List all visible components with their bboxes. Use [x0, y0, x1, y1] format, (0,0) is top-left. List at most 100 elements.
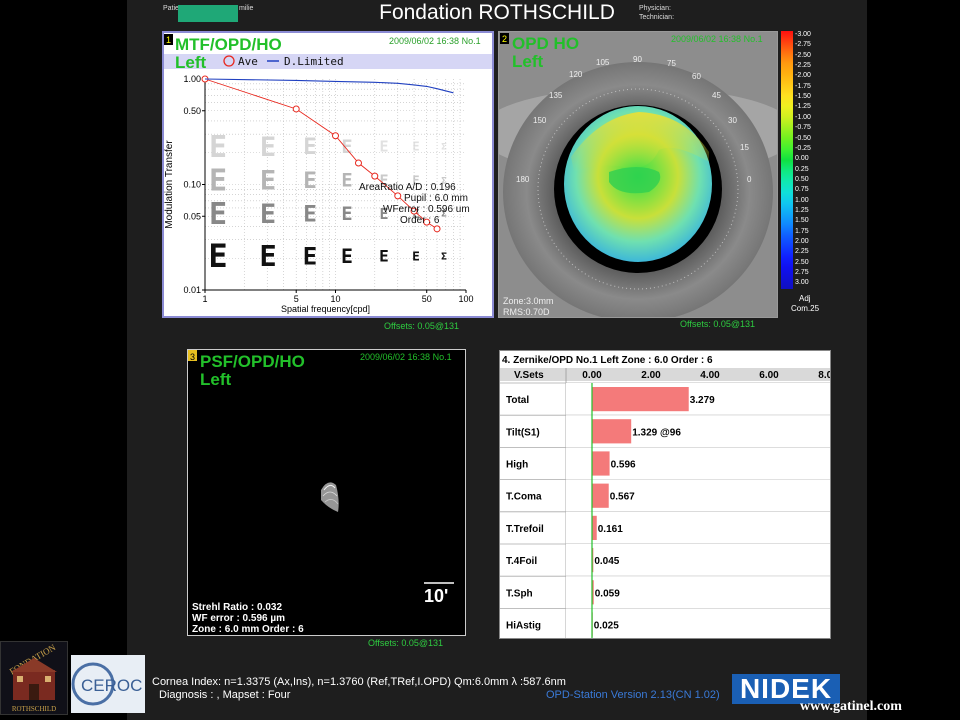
zernike-category-label: High	[506, 460, 528, 471]
acuity-letter: E	[209, 164, 227, 199]
colorbar-footer-adj: Adj	[799, 294, 811, 303]
mtf-panel-eye: Left	[175, 53, 207, 72]
svg-text:15: 15	[740, 143, 749, 152]
zernike-value-label: 0.596	[611, 460, 636, 471]
legend-dlimited-label: D.Limited	[284, 55, 344, 68]
acuity-letter: E	[303, 201, 317, 227]
colorbar-label: -1.25	[795, 103, 811, 111]
colorbar-label: 0.75	[795, 186, 809, 194]
colorbar-label: -1.75	[795, 82, 811, 90]
psf-strehl: Strehl Ratio : 0.032	[192, 602, 282, 613]
zernike-chart: 4. Zernike/OPD No.1 Left Zone : 6.0 Orde…	[500, 355, 830, 638]
acuity-letter: E	[412, 140, 419, 154]
psf-spot	[321, 482, 339, 512]
acuity-letter: E	[260, 166, 276, 197]
svg-text:150: 150	[533, 116, 547, 125]
opd-rms: RMS:0.70D	[503, 307, 550, 317]
zernike-value-label: 3.279	[690, 395, 715, 406]
zernike-category-label: T.Sph	[506, 588, 533, 599]
svg-text:105: 105	[596, 58, 610, 67]
y-tick-label: 0.10	[183, 180, 201, 190]
zernike-axis-label: 6.00	[759, 370, 779, 381]
acuity-letter: E	[259, 239, 276, 273]
psf-timestamp: 2009/06/02 16:38 No.1	[360, 352, 452, 362]
zernike-value-label: 0.567	[610, 492, 635, 503]
acuity-letter: E	[341, 245, 353, 268]
psf-panel[interactable]: 3 PSF/OPD/HO Left 2009/06/02 16:38 No.1 …	[187, 349, 466, 636]
colorbar-label: -1.00	[795, 113, 811, 121]
colorbar-label: 2.50	[795, 258, 809, 266]
zernike-category-label: Total	[506, 395, 529, 406]
x-tick-label: 1	[202, 294, 207, 304]
report-header: Patie milie Fondation ROTHSCHILD Physici…	[127, 0, 867, 26]
svg-text:30: 30	[728, 116, 737, 125]
mtf-panel-title: MTF/OPD/HO	[175, 35, 282, 54]
mtf-pupil: Pupil : 6.0 mm	[404, 193, 468, 204]
ave-point	[332, 132, 339, 140]
x-tick-label: 10	[330, 294, 340, 304]
colorbar-label: 2.00	[795, 238, 809, 245]
opd-panel-eye: Left	[512, 52, 544, 71]
zernike-bar	[592, 515, 597, 540]
colorbar-label: 1.50	[795, 217, 809, 225]
zernike-axis-label: 8.00	[818, 370, 830, 381]
series-dlimited-line	[204, 78, 454, 94]
psf-panel-title: PSF/OPD/HO	[200, 352, 305, 371]
svg-text:90: 90	[633, 55, 642, 64]
colorbar-label: -1.50	[795, 93, 811, 101]
colorbar-label: 1.25	[795, 206, 809, 214]
mtf-panel[interactable]: 1 MTF/OPD/HO Left 2009/06/02 16:38 No.1 …	[162, 31, 494, 318]
ave-point	[292, 105, 300, 113]
svg-text:60: 60	[692, 72, 701, 81]
y-tick-label: 0.50	[183, 106, 201, 116]
ave-point	[394, 192, 402, 200]
acuity-letter: E	[341, 171, 352, 192]
colorbar-label: 1.75	[795, 227, 809, 235]
acuity-letter: Σ	[441, 142, 447, 152]
zernike-category-label: T.Trefoil	[506, 524, 544, 535]
svg-text:CEROC: CEROC	[81, 676, 142, 695]
x-tick-label: 5	[294, 294, 299, 304]
acuity-letter: E	[341, 204, 352, 225]
y-axis-label: Modulation Transfer	[164, 140, 175, 229]
colorbar-label: -2.75	[795, 41, 811, 49]
psf-zone: Zone : 6.0 mm Order : 6	[192, 624, 304, 635]
colorbar-label: 2.25	[795, 248, 809, 256]
page-title: Fondation ROTHSCHILD	[379, 1, 615, 24]
colorbar-label: -2.50	[795, 51, 811, 59]
svg-text:120: 120	[569, 70, 583, 79]
svg-text:ROTHSCHILD: ROTHSCHILD	[12, 705, 56, 713]
psf-panel-eye: Left	[200, 370, 232, 389]
acuity-letter: E	[209, 130, 227, 165]
opd-panel-number: 2	[502, 34, 507, 44]
colorbar-label: -2.25	[795, 62, 811, 70]
opd-timestamp: 2009/06/02 16:38 No.1	[671, 34, 763, 44]
acuity-letter: E	[260, 199, 276, 230]
y-tick-label: 0.01	[183, 285, 201, 295]
acuity-letter: E	[208, 237, 227, 275]
mtf-wf-error: WFerror : 0.596 um	[383, 204, 470, 215]
mtf-area-ratio: AreaRatio A/D : 0.196	[359, 182, 456, 193]
zernike-title: 4. Zernike/OPD No.1 Left Zone : 6.0 Orde…	[502, 355, 713, 366]
mtf-panel-number: 1	[166, 35, 171, 45]
colorbar-label: -0.50	[795, 134, 811, 142]
zernike-bar	[592, 419, 632, 444]
zernike-plot-area: 0.00 2.00 4.00 6.00 8.00 Total 3.279 Tilt(S1) 1.…	[500, 368, 830, 638]
cornea-index: Cornea Index: n=1.3375 (Ax,Ins), n=1.376…	[152, 676, 566, 688]
psf-wf: WF error : 0.596 µm	[192, 613, 285, 624]
acuity-letter: E	[303, 134, 317, 160]
zernike-bar	[592, 483, 609, 508]
zernike-axis-label: 2.00	[641, 370, 661, 381]
opd-map: 2 OPD HO Left 2009/06/02 16:38 No.1 105 …	[499, 32, 777, 317]
acuity-letter: E	[303, 168, 317, 194]
svg-text:135: 135	[549, 91, 563, 100]
opd-panel[interactable]: 2 OPD HO Left 2009/06/02 16:38 No.1 105 …	[498, 31, 778, 318]
physician-label: Physician:	[639, 5, 671, 12]
psf-scale-label: 10'	[424, 586, 448, 606]
colorbar-label: 0.00	[795, 155, 809, 163]
diagnosis: Diagnosis : , Mapset : Four	[159, 689, 291, 701]
ave-point	[371, 172, 379, 180]
zernike-panel[interactable]: 4. Zernike/OPD No.1 Left Zone : 6.0 Orde…	[499, 350, 831, 639]
zernike-category-label: HiAstig	[506, 621, 541, 632]
colorbar-label: 0.25	[795, 165, 809, 173]
